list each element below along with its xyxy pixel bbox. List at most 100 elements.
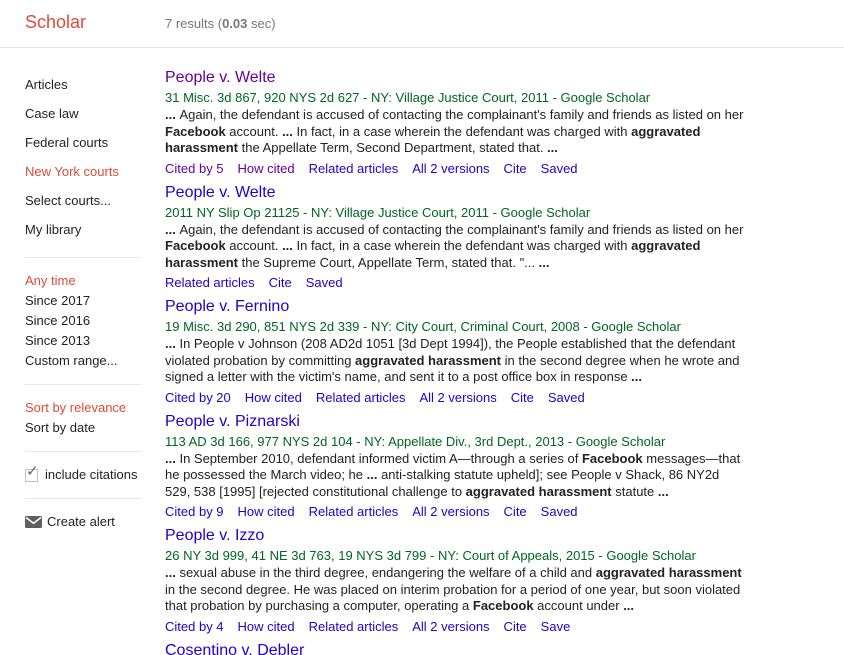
all-2-versions-link[interactable]: All 2 versions <box>419 390 496 405</box>
time-filter-since-2017[interactable]: Since 2017 <box>25 291 141 311</box>
cite-link[interactable]: Cite <box>504 161 527 176</box>
saved-link[interactable]: Saved <box>541 161 578 176</box>
saved-link[interactable]: Saved <box>548 390 585 405</box>
snippet-text: in the second degree. He was placed on i… <box>165 582 740 614</box>
results-list: People v. Welte 31 Misc. 3d 867, 920 NYS … <box>165 68 747 655</box>
snippet-highlight: ... <box>282 238 296 253</box>
how-cited-link[interactable]: How cited <box>238 504 295 519</box>
cite-link[interactable]: Cite <box>511 390 534 405</box>
result-citation: 19 Misc. 3d 290, 851 NYS 2d 339 - NY: Ci… <box>165 319 747 335</box>
cited-by-4-link[interactable]: Cited by 4 <box>165 619 224 634</box>
result-title-link[interactable]: Cosentino v. Debler <box>165 642 304 655</box>
snippet-highlight: Facebook <box>165 124 226 139</box>
all-2-versions-link[interactable]: All 2 versions <box>412 504 489 519</box>
result-title: People v. Welte <box>165 68 747 88</box>
snippet-highlight: ... <box>623 598 634 613</box>
sidebar-item-articles[interactable]: Articles <box>25 70 141 99</box>
how-cited-link[interactable]: How cited <box>238 161 295 176</box>
result-snippet: ... In September 2010, defendant informe… <box>165 451 747 501</box>
how-cited-link[interactable]: How cited <box>245 390 302 405</box>
results-stats: 7 results (0.03 sec) <box>165 16 276 31</box>
snippet-text: Again, the defendant is accused of conta… <box>179 107 743 122</box>
snippet-highlight: aggravated harassment <box>466 484 612 499</box>
sort-option-sort-by-relevance[interactable]: Sort by relevance <box>25 398 141 418</box>
snippet-text: Again, the defendant is accused of conta… <box>179 222 743 237</box>
results-stats-time: 0.03 <box>222 16 247 31</box>
scholar-logo[interactable]: Scholar <box>25 12 86 33</box>
include-citations-checkbox[interactable]: ✓ <box>25 469 38 482</box>
result-title-link[interactable]: People v. Izzo <box>165 527 264 544</box>
create-alert-button[interactable]: Create alert <box>25 512 141 532</box>
check-icon: ✓ <box>26 462 39 482</box>
save-link[interactable]: Save <box>541 619 571 634</box>
result-title-link[interactable]: People v. Piznarski <box>165 413 300 430</box>
snippet-text: sexual abuse in the third degree, endang… <box>179 565 595 580</box>
snippet-text: account under <box>534 598 624 613</box>
sidebar-item-select-courts[interactable]: Select courts... <box>25 186 141 215</box>
result-title: People v. Welte <box>165 183 747 203</box>
result-snippet: ... Again, the defendant is accused of c… <box>165 107 747 157</box>
cite-link[interactable]: Cite <box>504 619 527 634</box>
snippet-highlight: ... <box>367 467 381 482</box>
snippet-highlight: ... <box>282 124 296 139</box>
snippet-highlight: ... <box>165 336 179 351</box>
cite-link[interactable]: Cite <box>504 504 527 519</box>
result-title-link[interactable]: People v. Welte <box>165 184 276 201</box>
sidebar-divider <box>25 257 141 258</box>
result-citation: 26 NY 3d 999, 41 NE 3d 763, 19 NYS 3d 79… <box>165 548 747 564</box>
snippet-text: the Supreme Court, Appellate Term, state… <box>238 255 539 270</box>
sort-option-group: Sort by relevanceSort by date <box>25 398 141 438</box>
snippet-text: account. <box>226 124 282 139</box>
scholar-results-page: Scholar 7 results (0.03 sec) ArticlesCas… <box>0 0 844 655</box>
related-articles-link[interactable]: Related articles <box>316 390 406 405</box>
saved-link[interactable]: Saved <box>541 504 578 519</box>
snippet-highlight: aggravated harassment <box>596 565 742 580</box>
result-citation: 113 AD 3d 166, 977 NYS 2d 104 - NY: Appe… <box>165 434 747 450</box>
sidebar-item-my-library[interactable]: My library <box>25 215 141 244</box>
snippet-highlight: ... <box>165 565 179 580</box>
search-result: People v. Izzo 26 NY 3d 999, 41 NE 3d 763… <box>165 526 747 635</box>
related-articles-link[interactable]: Related articles <box>165 275 255 290</box>
collection-nav: ArticlesCase lawFederal courtsNew York c… <box>25 70 141 244</box>
snippet-highlight: ... <box>165 451 179 466</box>
cited-by-20-link[interactable]: Cited by 20 <box>165 390 231 405</box>
search-result: People v. Piznarski 113 AD 3d 166, 977 NY… <box>165 412 747 521</box>
cite-link[interactable]: Cite <box>269 275 292 290</box>
related-articles-link[interactable]: Related articles <box>309 504 399 519</box>
cited-by-5-link[interactable]: Cited by 5 <box>165 161 224 176</box>
search-result: People v. Welte 31 Misc. 3d 867, 920 NYS … <box>165 68 747 177</box>
result-citation: 31 Misc. 3d 867, 920 NYS 2d 627 - NY: Vi… <box>165 90 747 106</box>
sidebar-item-new-york-courts[interactable]: New York courts <box>25 157 141 186</box>
snippet-text: In September 2010, defendant informed vi… <box>179 451 582 466</box>
all-2-versions-link[interactable]: All 2 versions <box>412 619 489 634</box>
related-articles-link[interactable]: Related articles <box>309 619 399 634</box>
sort-option-sort-by-date[interactable]: Sort by date <box>25 418 141 438</box>
result-snippet: ... In People v Johnson (208 AD2d 1051 [… <box>165 336 747 386</box>
sidebar-item-federal-courts[interactable]: Federal courts <box>25 128 141 157</box>
snippet-highlight: ... <box>631 369 642 384</box>
result-snippet: ... sexual abuse in the third degree, en… <box>165 565 747 615</box>
result-title: Cosentino v. Debler <box>165 641 747 655</box>
sidebar-divider <box>25 384 141 385</box>
saved-link[interactable]: Saved <box>306 275 343 290</box>
time-filter-since-2013[interactable]: Since 2013 <box>25 331 141 351</box>
result-title-link[interactable]: People v. Fernino <box>165 298 289 315</box>
result-title: People v. Izzo <box>165 526 747 546</box>
related-articles-link[interactable]: Related articles <box>309 161 399 176</box>
cited-by-9-link[interactable]: Cited by 9 <box>165 504 224 519</box>
time-filter-since-2016[interactable]: Since 2016 <box>25 311 141 331</box>
all-2-versions-link[interactable]: All 2 versions <box>412 161 489 176</box>
content-area: ArticlesCase lawFederal courtsNew York c… <box>0 48 844 655</box>
time-filter-any-time[interactable]: Any time <box>25 271 141 291</box>
snippet-highlight: ... <box>165 222 179 237</box>
result-actions: Related articles Cite Saved <box>165 274 747 291</box>
snippet-highlight: Facebook <box>582 451 643 466</box>
sidebar-item-case-law[interactable]: Case law <box>25 99 141 128</box>
time-filter-custom-range[interactable]: Custom range... <box>25 351 141 371</box>
include-citations-row: ✓ include citations <box>25 465 141 485</box>
how-cited-link[interactable]: How cited <box>238 619 295 634</box>
result-title-link[interactable]: People v. Welte <box>165 69 276 86</box>
snippet-text: In fact, in a case wherein the defendant… <box>297 238 632 253</box>
sidebar-divider <box>25 498 141 499</box>
result-actions: Cited by 4 How cited Related articles All 2… <box>165 618 747 635</box>
